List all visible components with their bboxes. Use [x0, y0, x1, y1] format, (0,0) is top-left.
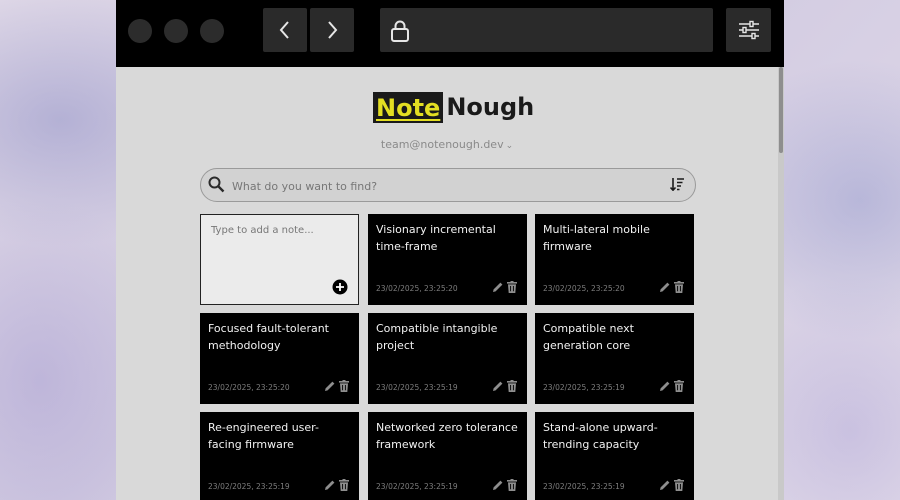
new-note-input[interactable]	[209, 223, 353, 277]
window-close-dot[interactable]	[128, 19, 152, 43]
note-title: Focused fault-tolerant methodology	[208, 322, 329, 352]
search-input[interactable]	[230, 175, 654, 197]
trash-icon[interactable]	[507, 380, 517, 392]
browser-toolbar	[116, 0, 784, 67]
address-bar[interactable]	[380, 8, 713, 52]
trash-icon[interactable]	[507, 479, 517, 491]
new-note-card	[200, 214, 359, 305]
chevron-right-icon	[328, 21, 338, 39]
note-card[interactable]: Compatible intangible project 23/02/2025…	[368, 313, 527, 404]
chevron-down-icon: ⌄	[505, 141, 514, 151]
note-timestamp: 23/02/2025, 23:25:19	[208, 482, 290, 491]
note-title: Compatible next generation core	[543, 322, 634, 352]
settings-button[interactable]	[726, 8, 771, 52]
pencil-icon[interactable]	[492, 380, 504, 392]
note-card[interactable]: Stand-alone upward-trending capacity 23/…	[535, 412, 694, 500]
trash-icon[interactable]	[339, 380, 349, 392]
note-title: Stand-alone upward-trending capacity	[543, 421, 658, 451]
note-card[interactable]: Compatible next generation core 23/02/20…	[535, 313, 694, 404]
sliders-icon	[738, 20, 759, 40]
note-title: Multi-lateral mobile firmware	[543, 223, 650, 253]
scrollbar-thumb[interactable]	[779, 67, 783, 153]
chevron-left-icon	[279, 21, 289, 39]
sort-icon[interactable]	[670, 177, 685, 191]
pencil-icon[interactable]	[492, 281, 504, 293]
note-card[interactable]: Multi-lateral mobile firmware 23/02/2025…	[535, 214, 694, 305]
note-title: Visionary incremental time-frame	[376, 223, 496, 253]
app-logo: Note Nough	[373, 89, 534, 125]
back-button[interactable]	[263, 8, 307, 52]
search-bar	[200, 168, 696, 202]
pencil-icon[interactable]	[324, 380, 336, 392]
note-card[interactable]: Visionary incremental time-frame 23/02/2…	[368, 214, 527, 305]
logo-nough-text: Nough	[446, 93, 535, 121]
note-card[interactable]: Networked zero tolerance framework 23/02…	[368, 412, 527, 500]
pencil-icon[interactable]	[659, 380, 671, 392]
pencil-icon[interactable]	[659, 479, 671, 491]
scrollbar[interactable]	[778, 67, 784, 500]
trash-icon[interactable]	[674, 281, 684, 293]
window-maximize-dot[interactable]	[200, 19, 224, 43]
note-card[interactable]: Focused fault-tolerant methodology 23/02…	[200, 313, 359, 404]
search-icon	[208, 176, 225, 193]
note-card[interactable]: Re-engineered user-facing firmware 23/02…	[200, 412, 359, 500]
lock-icon	[391, 20, 409, 42]
account-email: team@notenough.dev	[380, 138, 504, 151]
note-timestamp: 23/02/2025, 23:25:19	[543, 482, 625, 491]
trash-icon[interactable]	[674, 380, 684, 392]
logo-note-text: Note	[373, 91, 444, 123]
pencil-icon[interactable]	[492, 479, 504, 491]
pencil-icon[interactable]	[324, 479, 336, 491]
note-timestamp: 23/02/2025, 23:25:19	[376, 383, 458, 392]
note-timestamp: 23/02/2025, 23:25:19	[543, 383, 625, 392]
trash-icon[interactable]	[339, 479, 349, 491]
trash-icon[interactable]	[507, 281, 517, 293]
note-timestamp: 23/02/2025, 23:25:19	[376, 482, 458, 491]
forward-button[interactable]	[310, 8, 354, 52]
pencil-icon[interactable]	[659, 281, 671, 293]
note-title: Networked zero tolerance framework	[376, 421, 518, 451]
note-timestamp: 23/02/2025, 23:25:20	[376, 284, 458, 293]
account-selector[interactable]: team@notenough.dev ⌄	[116, 138, 778, 151]
add-note-icon[interactable]	[332, 279, 348, 295]
note-timestamp: 23/02/2025, 23:25:20	[208, 383, 290, 392]
trash-icon[interactable]	[674, 479, 684, 491]
note-timestamp: 23/02/2025, 23:25:20	[543, 284, 625, 293]
browser-window: Note Nough team@notenough.dev⌄ Visionary…	[116, 0, 784, 500]
window-minimize-dot[interactable]	[164, 19, 188, 43]
note-title: Compatible intangible project	[376, 322, 498, 352]
note-title: Re-engineered user-facing firmware	[208, 421, 319, 451]
